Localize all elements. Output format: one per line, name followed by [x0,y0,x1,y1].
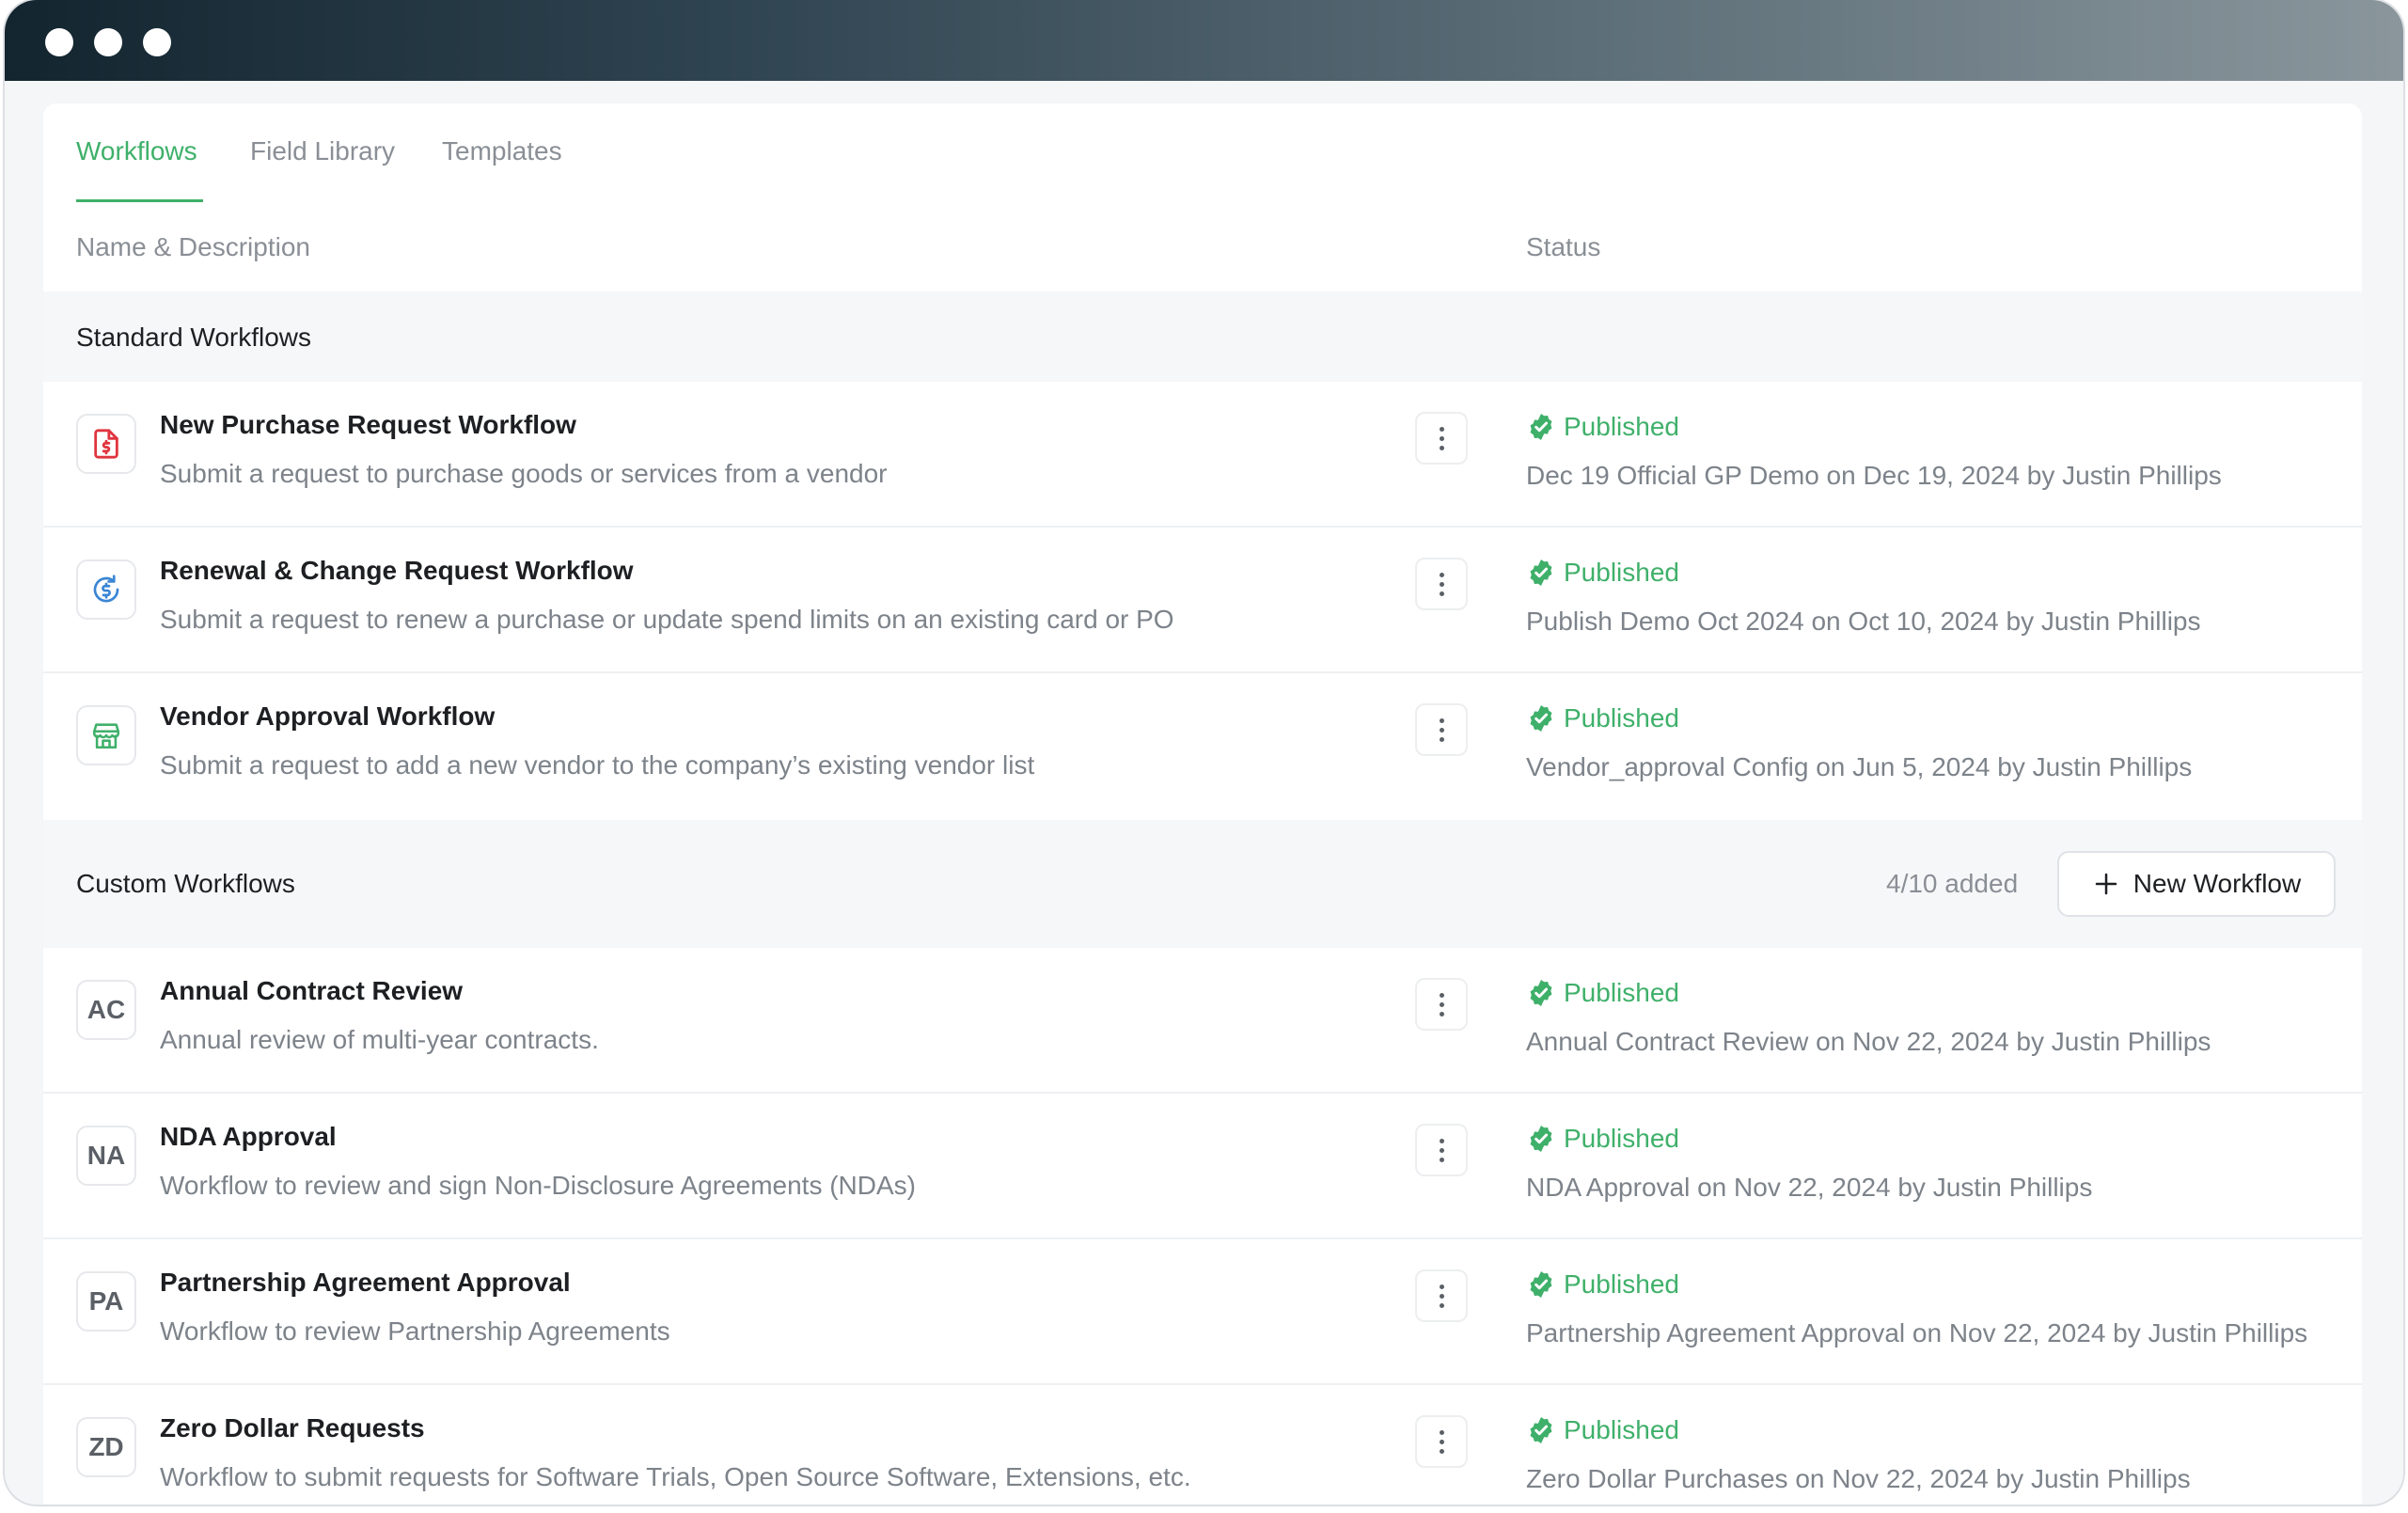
published-detail: NDA Approval on Nov 22, 2024 by Justin P… [1526,1173,2093,1202]
window-zoom-dot[interactable] [143,28,171,56]
avatar-initials: NA [87,1141,126,1170]
status-label: Published [1564,1124,1679,1153]
workflow-description: Workflow to review Partnership Agreement… [160,1316,670,1346]
initials-avatar: NA [76,1126,136,1186]
verified-check-icon [1530,705,1552,732]
workflow-description: Submit a request to renew a purchase or … [160,605,1174,634]
status-badge: Published [1526,1269,1679,1300]
more-options-button[interactable] [1415,703,1468,756]
more-options-button[interactable] [1415,412,1468,465]
column-header-name: Name & Description [76,232,310,261]
workflow-name[interactable]: Annual Contract Review [160,976,463,1006]
table-row[interactable]: ZD Zero Dollar Requests Workflow to subm… [43,1385,2362,1505]
initials-avatar: ZD [76,1417,136,1477]
published-detail: Publish Demo Oct 2024 on Oct 10, 2024 by… [1526,607,2201,636]
status-badge: Published [1526,557,1679,589]
workflow-name[interactable]: Zero Dollar Requests [160,1413,425,1443]
section-title: Custom Workflows [76,869,295,898]
status-label: Published [1564,1269,1679,1299]
more-options-button[interactable] [1415,1269,1468,1322]
published-detail: Partnership Agreement Approval on Nov 22… [1526,1318,2308,1348]
initials-avatar: AC [76,980,136,1040]
row-icon [76,705,136,765]
table-row[interactable]: PA Partnership Agreement Approval Workfl… [43,1239,2362,1385]
avatar-initials: ZD [88,1432,124,1461]
workflow-name[interactable]: Vendor Approval Workflow [160,701,495,732]
table-row[interactable]: Vendor Approval Workflow Submit a reques… [43,673,2362,819]
tab-bar: Workflows Field Library Templates [43,103,2362,203]
workflow-name[interactable]: Partnership Agreement Approval [160,1268,571,1298]
document-dollar-icon [94,429,118,459]
workflow-description: Workflow to review and sign Non-Disclosu… [160,1171,916,1200]
verified-check-icon [1530,414,1552,440]
status-label: Published [1564,1415,1679,1444]
avatar-initials: AC [87,995,126,1024]
status-badge: Published [1526,411,1679,443]
row-icon [76,414,136,474]
new-workflow-label: New Workflow [2133,869,2302,898]
status-badge: Published [1526,1414,1679,1446]
workflow-name[interactable]: NDA Approval [160,1122,337,1152]
custom-workflows-header: Custom Workflows 4/10 added New Workflow [43,820,2362,948]
more-options-button[interactable] [1415,1415,1468,1468]
verified-check-icon [1530,980,1552,1006]
status-label: Published [1564,703,1679,733]
column-header-status: Status [1526,232,1601,261]
workflow-name[interactable]: New Purchase Request Workflow [160,410,576,440]
more-options-button[interactable] [1415,558,1468,610]
status-badge: Published [1526,1123,1679,1155]
section-title: Standard Workflows [76,323,312,352]
published-detail: Dec 19 Official GP Demo on Dec 19, 2024 … [1526,461,2222,490]
verified-check-icon [1530,1271,1552,1298]
workflow-description: Submit a request to add a new vendor to … [160,750,1035,780]
tab-field-library[interactable]: Field Library [250,136,395,166]
more-options-button[interactable] [1415,978,1468,1031]
new-workflow-button[interactable]: New Workflow [2057,851,2336,917]
tab-templates[interactable]: Templates [442,136,562,166]
status-label: Published [1564,978,1679,1007]
storefront-icon [92,723,120,749]
table-row[interactable]: AC Annual Contract Review Annual review … [43,948,2362,1094]
renewal-dollar-icon [93,575,119,603]
standard-workflows-header: Standard Workflows [43,292,2362,382]
status-badge: Published [1526,702,1679,734]
tab-workflows[interactable]: Workflows [76,136,197,166]
verified-check-icon [1530,1417,1552,1443]
status-label: Published [1564,412,1679,441]
verified-check-icon [1530,1126,1552,1152]
workflow-description: Workflow to submit requests for Software… [160,1462,1191,1491]
workflow-count: 4/10 added [1886,869,2019,898]
initials-avatar: PA [76,1271,136,1332]
workflow-description: Annual review of multi-year contracts. [160,1025,599,1054]
workflow-description: Submit a request to purchase goods or se… [160,459,888,488]
published-detail: Annual Contract Review on Nov 22, 2024 b… [1526,1027,2211,1056]
window-close-dot[interactable] [45,28,73,56]
workflows-card: Workflows Field Library Templates Name &… [43,103,2362,1505]
window-minimize-dot[interactable] [94,28,122,56]
app-window: Workflows Field Library Templates Name &… [5,0,2403,1505]
status-label: Published [1564,558,1679,587]
workflow-name[interactable]: Renewal & Change Request Workflow [160,556,634,586]
window-titlebar [5,0,2403,81]
table-row[interactable]: Renewal & Change Request Workflow Submit… [43,528,2362,673]
table-row[interactable]: NA NDA Approval Workflow to review and s… [43,1094,2362,1239]
status-badge: Published [1526,977,1679,1009]
avatar-initials: PA [88,1286,124,1316]
row-icon [76,559,136,620]
active-tab-indicator [76,199,203,202]
plus-icon [2095,873,2117,895]
published-detail: Vendor_approval Config on Jun 5, 2024 by… [1526,752,2193,781]
more-options-button[interactable] [1415,1124,1468,1176]
published-detail: Zero Dollar Purchases on Nov 22, 2024 by… [1526,1464,2191,1493]
table-row[interactable]: New Purchase Request Workflow Submit a r… [43,382,2362,528]
verified-check-icon [1530,559,1552,586]
